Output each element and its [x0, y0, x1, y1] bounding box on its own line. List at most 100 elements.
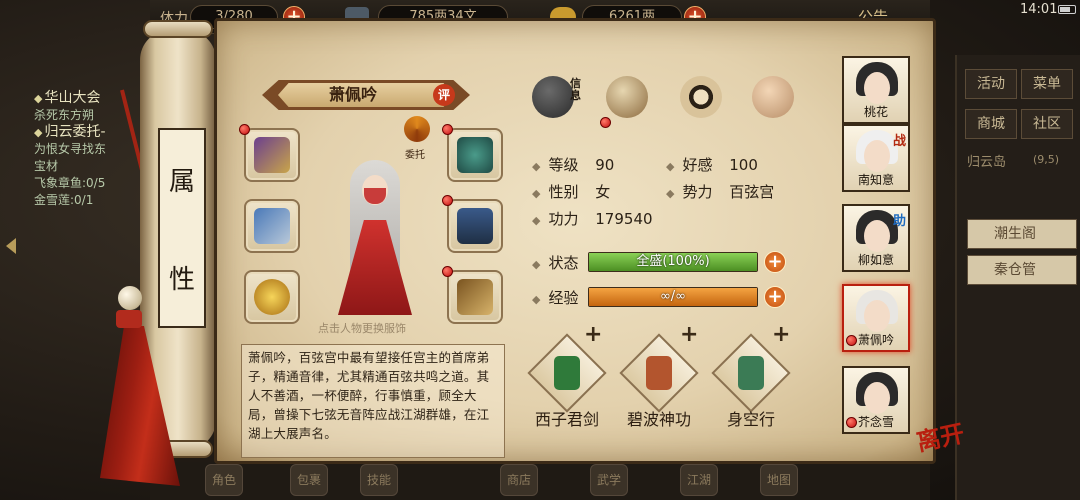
companion-portrait[interactable]: 芥念雪: [842, 366, 910, 434]
activity-button[interactable]: 活动: [965, 69, 1017, 99]
status-bar: 全盛(100%): [588, 252, 758, 272]
alert-dot: [239, 124, 250, 135]
alert-dot: [442, 266, 453, 277]
menu-button[interactable]: 菜单: [1021, 69, 1073, 99]
sword-icon: [254, 208, 290, 244]
status-label: 状态: [548, 254, 579, 272]
equip-slot-bracer[interactable]: [244, 128, 300, 182]
equip-slot-helmet[interactable]: [447, 128, 503, 182]
quest-title[interactable]: 归云委托-: [34, 124, 144, 141]
gender-label: 性别: [548, 183, 579, 201]
favor-value: 100: [729, 156, 758, 174]
level-value: 90: [595, 156, 615, 174]
portrait-face: [864, 300, 890, 332]
character-description: 萧佩吟，百弦宫中最有望接任宫主的首席弟子，精通音律，尤其精通百弦共鸣之道。其人不…: [241, 344, 505, 458]
companion-portrait[interactable]: 助 柳如意: [842, 204, 910, 272]
tab-relations-icon[interactable]: [606, 76, 648, 118]
stat-faction: ◆ 势力 百弦宫: [666, 183, 775, 201]
armor-icon: [457, 208, 493, 244]
change-outfit-hint: 点击人物更换服饰: [318, 322, 406, 335]
nav-skills[interactable]: 技能: [360, 464, 398, 496]
exp-bar: ∞/∞: [588, 287, 758, 307]
nav-martial[interactable]: 武学: [590, 464, 628, 496]
faction-value: 百弦宫: [729, 183, 775, 201]
companion-name: 南知意: [857, 173, 894, 187]
status-label-row: ◆ 状态: [532, 254, 579, 272]
quest-detail: 为恨女寻找东 宝材 飞象章鱼:0/5 金雪莲:0/1: [34, 142, 107, 207]
character-name: 萧佩吟: [328, 85, 377, 104]
restore-status-button[interactable]: +: [764, 251, 786, 273]
gender-value: 女: [595, 183, 611, 201]
skill-name: 西子君剑: [534, 410, 599, 429]
companion-portrait[interactable]: 桃花: [842, 56, 910, 124]
portrait-face: [864, 72, 890, 104]
companion-name: 萧佩吟: [857, 333, 894, 347]
tab-meridians-icon[interactable]: [752, 76, 794, 118]
equip-slot-ring[interactable]: [244, 270, 300, 324]
status-value: 全盛(100%): [636, 254, 710, 269]
attributes-tab-label: 属 性: [158, 128, 206, 328]
attributes-tab-char: 属: [168, 166, 195, 197]
assist-badge: 助: [892, 214, 906, 229]
entrust-icon[interactable]: [404, 116, 430, 142]
side-menu: 活动 菜单 商城 社区 归云岛 (9,5) 潮生阁 秦仓管: [955, 55, 1080, 500]
skill-add-icon[interactable]: +: [680, 322, 698, 347]
talisman-icon: [457, 279, 493, 315]
add-exp-button[interactable]: +: [764, 286, 786, 308]
shop-button[interactable]: 商城: [965, 109, 1017, 139]
npc-row-chaoshengge[interactable]: 潮生阁: [967, 219, 1077, 249]
skill-slot-3[interactable]: [711, 333, 791, 413]
tab-bagua-icon[interactable]: [680, 76, 722, 118]
community-button[interactable]: 社区: [1021, 109, 1073, 139]
tab-info-icon[interactable]: [532, 76, 574, 118]
scroll-rod-cap: [143, 20, 213, 38]
scroll-book-icon: [646, 356, 672, 390]
equip-slot-talisman[interactable]: [447, 270, 503, 324]
location-name: 归云岛: [967, 155, 1007, 170]
exp-label: 经验: [548, 289, 579, 307]
stat-power: ◆ 功力 179540: [532, 210, 653, 228]
bottom-nav: [150, 462, 930, 500]
alert-dot: [600, 117, 611, 128]
ring-icon: [254, 279, 290, 315]
companion-portrait-selected[interactable]: 萧佩吟: [842, 284, 910, 352]
equip-slot-weapon[interactable]: [244, 199, 300, 253]
jade-bead: [118, 286, 142, 310]
nav-bag[interactable]: 包裹: [290, 464, 328, 496]
nav-jianghu[interactable]: 江湖: [680, 464, 718, 496]
skill-add-icon[interactable]: +: [584, 322, 602, 347]
collapse-arrow-icon[interactable]: [6, 238, 16, 254]
battery-icon: [1058, 5, 1076, 14]
character-figure[interactable]: [330, 150, 422, 320]
nav-character[interactable]: 角色: [205, 464, 243, 496]
helmet-icon: [457, 137, 493, 173]
companion-portrait[interactable]: 战 南知意: [842, 124, 910, 192]
location-coords: (9,5): [1033, 153, 1060, 166]
exp-label-row: ◆ 经验: [532, 289, 579, 307]
portrait-face: [864, 140, 890, 172]
nav-map[interactable]: 地图: [760, 464, 798, 496]
skill-slot-1[interactable]: [527, 333, 607, 413]
nav-shop[interactable]: 商店: [500, 464, 538, 496]
portrait-face: [864, 382, 890, 414]
npc-row-qincangguan[interactable]: 秦仓管: [967, 255, 1077, 285]
rate-button[interactable]: 评: [433, 84, 455, 106]
exp-value: ∞/∞: [659, 289, 687, 304]
skill-slot-2[interactable]: [619, 333, 699, 413]
attributes-tab-char: 性: [168, 264, 195, 295]
favor-label: 好感: [682, 156, 713, 174]
skill-name: 身空行: [726, 410, 775, 429]
skill-add-icon[interactable]: +: [772, 322, 790, 347]
scroll-book-icon: [738, 356, 764, 390]
equip-slot-armor[interactable]: [447, 199, 503, 253]
clock: 14:01: [1020, 2, 1058, 17]
power-label: 功力: [548, 210, 579, 228]
battle-badge: 战: [892, 134, 906, 149]
alert-dot: [442, 195, 453, 206]
skill-name: 碧波神功: [626, 410, 691, 429]
power-value: 179540: [595, 210, 653, 228]
bracer-icon: [254, 137, 290, 173]
tab-info-label: 信息: [570, 77, 581, 102]
stat-level: ◆ 等级 90: [532, 156, 615, 174]
alert-dot: [442, 124, 453, 135]
